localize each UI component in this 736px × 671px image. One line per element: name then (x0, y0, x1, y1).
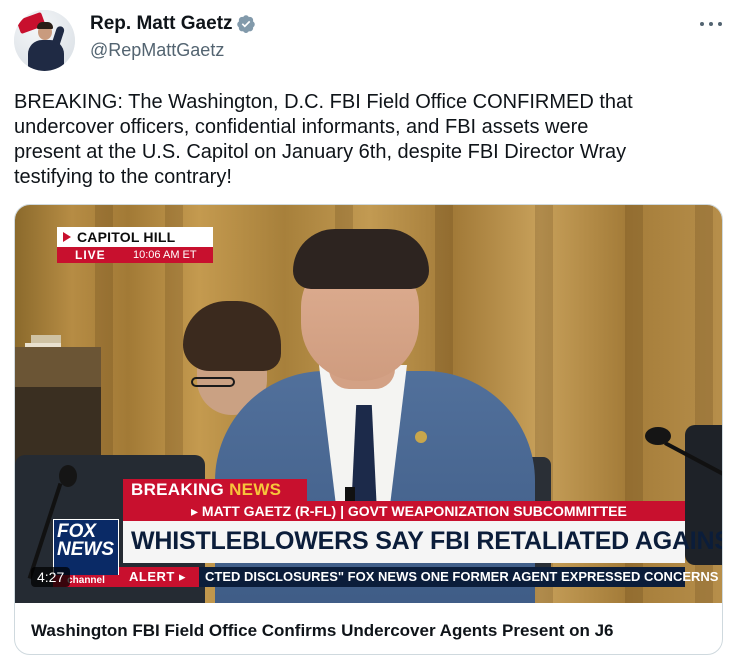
verified-badge-icon (237, 15, 255, 33)
ticker-alert: ALERT ▸ (129, 569, 186, 584)
tweet-text-line: testifying to the contrary! (14, 166, 232, 188)
author-name[interactable]: Rep. Matt Gaetz (90, 13, 233, 35)
network-logo-text: FOX NEWS (57, 521, 114, 560)
tweet-text: BREAKING: The Washington, D.C. FBI Field… (14, 90, 714, 190)
live-time: 10:06 AM ET (133, 249, 197, 261)
chyron-subtitle: ▸ MATT GAETZ (R-FL) | GOVT WEAPONIZATION… (191, 503, 627, 519)
breaking-news-label: BREAKING NEWS (131, 480, 282, 499)
chyron-headline: WHISTLEBLOWERS SAY FBI RETALIATED AGAINS… (131, 527, 722, 555)
video-player[interactable]: CAPITOL HILL LIVE 10:06 AM ET BREAKING N… (15, 205, 722, 603)
tweet-text-line: undercover officers, confidential inform… (14, 116, 589, 138)
live-label: LIVE (75, 248, 106, 262)
author-handle[interactable]: @RepMattGaetz (90, 40, 224, 61)
tweet: Rep. Matt Gaetz @RepMattGaetz BREAKING: … (0, 0, 736, 671)
location-label: CAPITOL HILL (77, 229, 176, 245)
ticker-text: CTED DISCLOSURES" FOX NEWS ONE FORMER AG… (205, 569, 719, 584)
video-duration: 4:27 (31, 567, 71, 587)
card-title[interactable]: Washington FBI Field Office Confirms Und… (31, 621, 614, 641)
link-card[interactable]: CAPITOL HILL LIVE 10:06 AM ET BREAKING N… (14, 204, 723, 655)
avatar[interactable] (14, 10, 75, 71)
tweet-text-line: BREAKING: The Washington, D.C. FBI Field… (14, 91, 633, 113)
tweet-text-line: present at the U.S. Capitol on January 6… (14, 141, 627, 163)
more-horizontal-icon[interactable] (700, 14, 722, 34)
